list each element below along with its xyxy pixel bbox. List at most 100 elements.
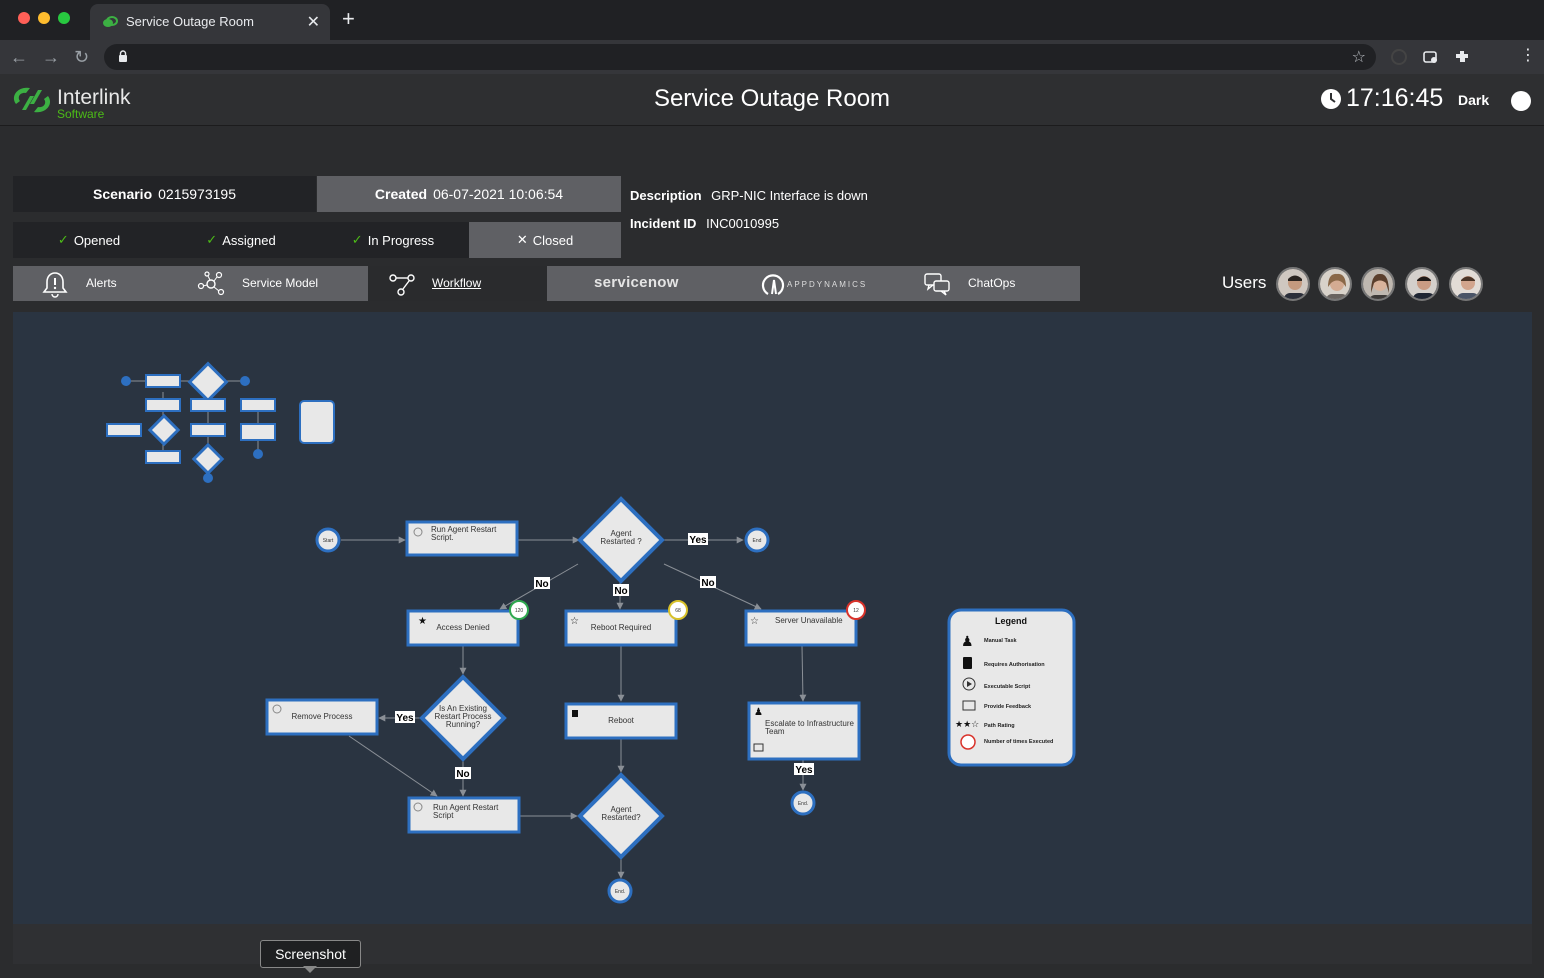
nav-service-model[interactable]: Service Model	[242, 276, 318, 290]
workflow-canvas[interactable]: Start End End. End. Run Agent Restart Sc…	[13, 312, 1532, 924]
edge-label-no: No	[700, 576, 716, 589]
svg-text:120: 120	[515, 608, 524, 614]
svg-text:End: End	[753, 538, 762, 544]
svg-text:Executable Script: Executable Script	[984, 684, 1030, 690]
task-server-unavailable[interactable]: ☆ Server Unavailable	[744, 609, 858, 647]
appdynamics-label[interactable]: APPDYNAMICS	[787, 280, 867, 289]
end-node[interactable]: End.	[607, 878, 633, 904]
task-access-denied[interactable]: ★ Access Denied	[406, 609, 520, 647]
svg-text:End.: End.	[615, 889, 625, 895]
edge-label-yes: Yes	[395, 711, 415, 724]
half-star-icon: ☆	[570, 616, 579, 627]
reload-icon[interactable]: ↻	[74, 47, 89, 67]
status-opened[interactable]: ✓ Opened	[13, 222, 165, 258]
nav-workflow[interactable]: Workflow	[432, 276, 481, 290]
status-assigned[interactable]: ✓ Assigned	[165, 222, 317, 258]
check-icon: ✓	[206, 232, 218, 247]
edge-label-no: No	[455, 767, 471, 780]
svg-text:Access Denied: Access Denied	[436, 623, 489, 632]
extension-tab-icon[interactable]	[1422, 48, 1440, 66]
person-icon	[1363, 269, 1393, 299]
forward-arrow-icon[interactable]: →	[42, 47, 60, 67]
edge-label-no: No	[534, 577, 550, 590]
user-avatar[interactable]	[1405, 267, 1439, 301]
nav-bar: Alerts Service Model Workflow servicenow…	[13, 266, 1080, 301]
person-icon	[1278, 269, 1308, 299]
svg-text:Start: Start	[323, 538, 334, 544]
users-label: Users	[1222, 273, 1267, 292]
svg-text:68: 68	[675, 608, 681, 614]
workflow-legend: Legend ♟ Manual Task Requires Authorisat…	[947, 608, 1076, 767]
browser-toolbar: ← → ↻ ☆ ⋮	[0, 40, 1544, 74]
task-escalate[interactable]: ♟ Escalate to Infrastructure Team	[747, 701, 861, 761]
lock-icon	[119, 50, 127, 62]
scenario-cell: Scenario 0215973195	[13, 176, 316, 212]
person-icon: ♟	[754, 707, 763, 718]
task-reboot-required[interactable]: ☆ Reboot Required	[564, 609, 678, 647]
task-reboot[interactable]: Reboot	[564, 702, 678, 740]
status-label: Closed	[532, 232, 574, 248]
user-avatar[interactable]	[1449, 267, 1483, 301]
minimize-window-button[interactable]	[38, 12, 50, 24]
task-run-agent-restart-2[interactable]: Run Agent Restart Script	[407, 796, 521, 834]
end-node[interactable]: End.	[790, 790, 816, 816]
star-icon: ★	[418, 616, 427, 627]
maximize-window-button[interactable]	[58, 12, 70, 24]
task-remove-process[interactable]: Remove Process	[265, 698, 379, 736]
bookmark-star-icon[interactable]: ☆	[1352, 47, 1366, 67]
nav-chatops[interactable]: ChatOps	[968, 276, 1015, 290]
theme-toggle[interactable]	[1511, 91, 1531, 111]
chat-bubbles-icon	[924, 273, 950, 296]
description-line: Description GRP-NIC Interface is down	[630, 188, 868, 203]
start-node[interactable]: Start	[315, 527, 341, 553]
screenshot-tooltip: Screenshot	[260, 940, 361, 968]
execution-count-badge: 120	[509, 600, 529, 620]
edge-label-yes: Yes	[688, 533, 708, 546]
incident-value: INC0010995	[706, 216, 780, 231]
decision-agent-restarted[interactable]: Agent Restarted ?	[577, 496, 665, 584]
user-avatar[interactable]	[1276, 267, 1310, 301]
svg-text:No: No	[535, 579, 548, 590]
task-run-agent-restart[interactable]: Run Agent Restart Script.	[405, 520, 519, 557]
end-node[interactable]: End	[744, 527, 770, 553]
new-tab-button[interactable]: +	[342, 8, 355, 30]
extension-shield-icon[interactable]	[1390, 48, 1408, 66]
clock-icon	[1321, 89, 1341, 109]
svg-text:Reboot: Reboot	[608, 716, 635, 725]
user-avatar[interactable]	[1318, 267, 1352, 301]
status-label: Opened	[73, 232, 121, 248]
description-value: GRP-NIC Interface is down	[711, 188, 868, 203]
servicenow-logo[interactable]: servicenow	[594, 274, 679, 291]
address-bar[interactable]: ☆	[104, 44, 1376, 70]
svg-text:Yes: Yes	[795, 765, 813, 776]
browser-menu-icon[interactable]: ⋮	[1520, 46, 1536, 66]
empty-star-icon: ☆	[750, 616, 759, 627]
clock-time: 17:16:45	[1346, 84, 1444, 112]
svg-text:Yes: Yes	[396, 713, 414, 724]
svg-text:No: No	[614, 586, 627, 597]
decision-existing-process[interactable]: Is An Existing Restart Process Running?	[419, 674, 507, 762]
incident-line: Incident ID INC0010995	[630, 216, 779, 231]
scenario-label: Scenario	[92, 186, 153, 202]
svg-text:Yes: Yes	[689, 535, 707, 546]
person-icon	[1451, 269, 1481, 299]
tab-close-icon[interactable]: ✕	[307, 12, 320, 32]
back-arrow-icon[interactable]: ←	[10, 47, 28, 67]
status-in-progress[interactable]: ✓ In Progress	[317, 222, 469, 258]
workflow-diagram[interactable]: Start End End. End. Run Agent Restart Sc…	[13, 312, 1532, 924]
user-avatar[interactable]	[1361, 267, 1395, 301]
decision-agent-restarted-2[interactable]: Agent Restarted?	[577, 772, 665, 860]
svg-text:Provide Feedback: Provide Feedback	[984, 704, 1032, 710]
browser-tab[interactable]: Service Outage Room ✕	[90, 4, 330, 40]
rating-stars-icon: ★★☆	[955, 719, 979, 729]
svg-text:Reboot Required: Reboot Required	[591, 623, 651, 632]
count-badge-icon	[960, 734, 976, 750]
status-closed[interactable]: ✕ Closed	[469, 222, 621, 258]
workflow-minimap[interactable]	[106, 361, 335, 483]
svg-text:Number of times Executed: Number of times Executed	[984, 739, 1053, 745]
close-window-button[interactable]	[18, 12, 30, 24]
nav-alerts[interactable]: Alerts	[86, 276, 117, 290]
scenario-value: 0215973195	[158, 186, 236, 202]
status-label: Assigned	[222, 232, 276, 248]
extensions-puzzle-icon[interactable]	[1453, 48, 1471, 66]
